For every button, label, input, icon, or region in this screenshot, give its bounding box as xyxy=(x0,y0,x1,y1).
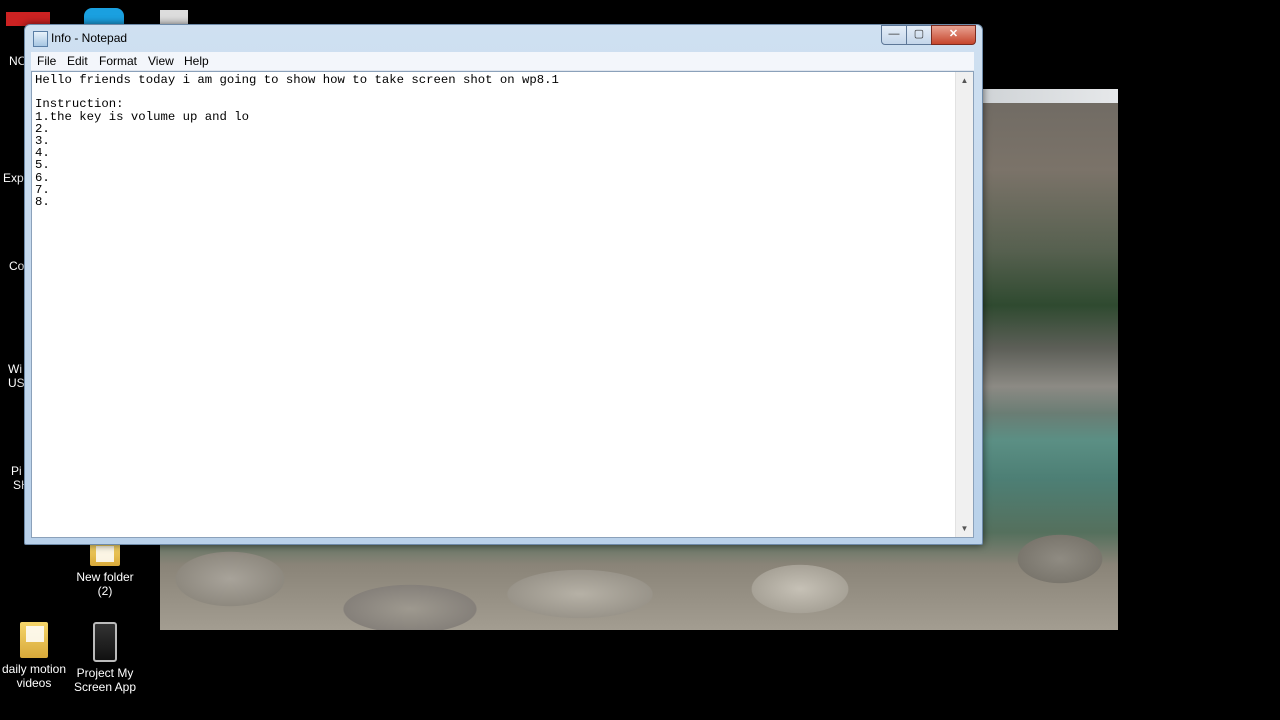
desktop-icon-label-fragment[interactable]: Pi xyxy=(11,464,22,478)
menu-bar: File Edit Format View Help xyxy=(31,52,974,71)
scroll-down-arrow-icon[interactable]: ▼ xyxy=(956,520,973,537)
notepad-window[interactable]: Info - Notepad — ▢ ✕ File Edit Format Vi… xyxy=(24,24,983,545)
desktop-icon-daily-motion-videos[interactable]: daily motion videos xyxy=(0,622,68,690)
minimize-button[interactable]: — xyxy=(881,25,907,45)
desktop-icon-label-fragment[interactable]: US xyxy=(8,376,25,390)
scroll-up-arrow-icon[interactable]: ▲ xyxy=(956,72,973,89)
desktop-icon-new-folder[interactable]: New folder (2) xyxy=(70,542,140,598)
desktop-icon-label: Project My Screen App xyxy=(73,666,137,694)
window-title: Info - Notepad xyxy=(51,31,128,45)
phone-app-icon xyxy=(93,622,117,662)
menu-edit[interactable]: Edit xyxy=(67,54,88,68)
folder-icon xyxy=(20,622,48,658)
desktop-icon-label-fragment[interactable]: Co xyxy=(9,259,24,273)
skype-icon[interactable] xyxy=(84,8,124,24)
maximize-button[interactable]: ▢ xyxy=(906,25,932,45)
desktop-icon-label: New folder (2) xyxy=(76,570,134,598)
desktop-icon-label-fragment[interactable]: Wi xyxy=(8,362,22,376)
title-bar[interactable]: Info - Notepad — ▢ ✕ xyxy=(25,25,982,49)
notepad-icon[interactable] xyxy=(33,31,48,47)
menu-view[interactable]: View xyxy=(148,54,174,68)
vertical-scrollbar[interactable]: ▲ ▼ xyxy=(955,72,973,537)
close-button[interactable]: ✕ xyxy=(931,25,976,45)
desktop-icon-label: daily motion videos xyxy=(1,662,67,690)
menu-help[interactable]: Help xyxy=(184,54,209,68)
menu-format[interactable]: Format xyxy=(99,54,137,68)
folder-icon xyxy=(90,542,120,566)
editor-text[interactable]: Hello friends today i am going to show h… xyxy=(35,74,559,208)
text-editor[interactable]: Hello friends today i am going to show h… xyxy=(31,71,974,538)
wallpaper-sky xyxy=(980,89,1118,103)
menu-file[interactable]: File xyxy=(37,54,56,68)
desktop-icon-project-my-screen-app[interactable]: Project My Screen App xyxy=(70,622,140,694)
file-icon[interactable] xyxy=(160,10,188,24)
